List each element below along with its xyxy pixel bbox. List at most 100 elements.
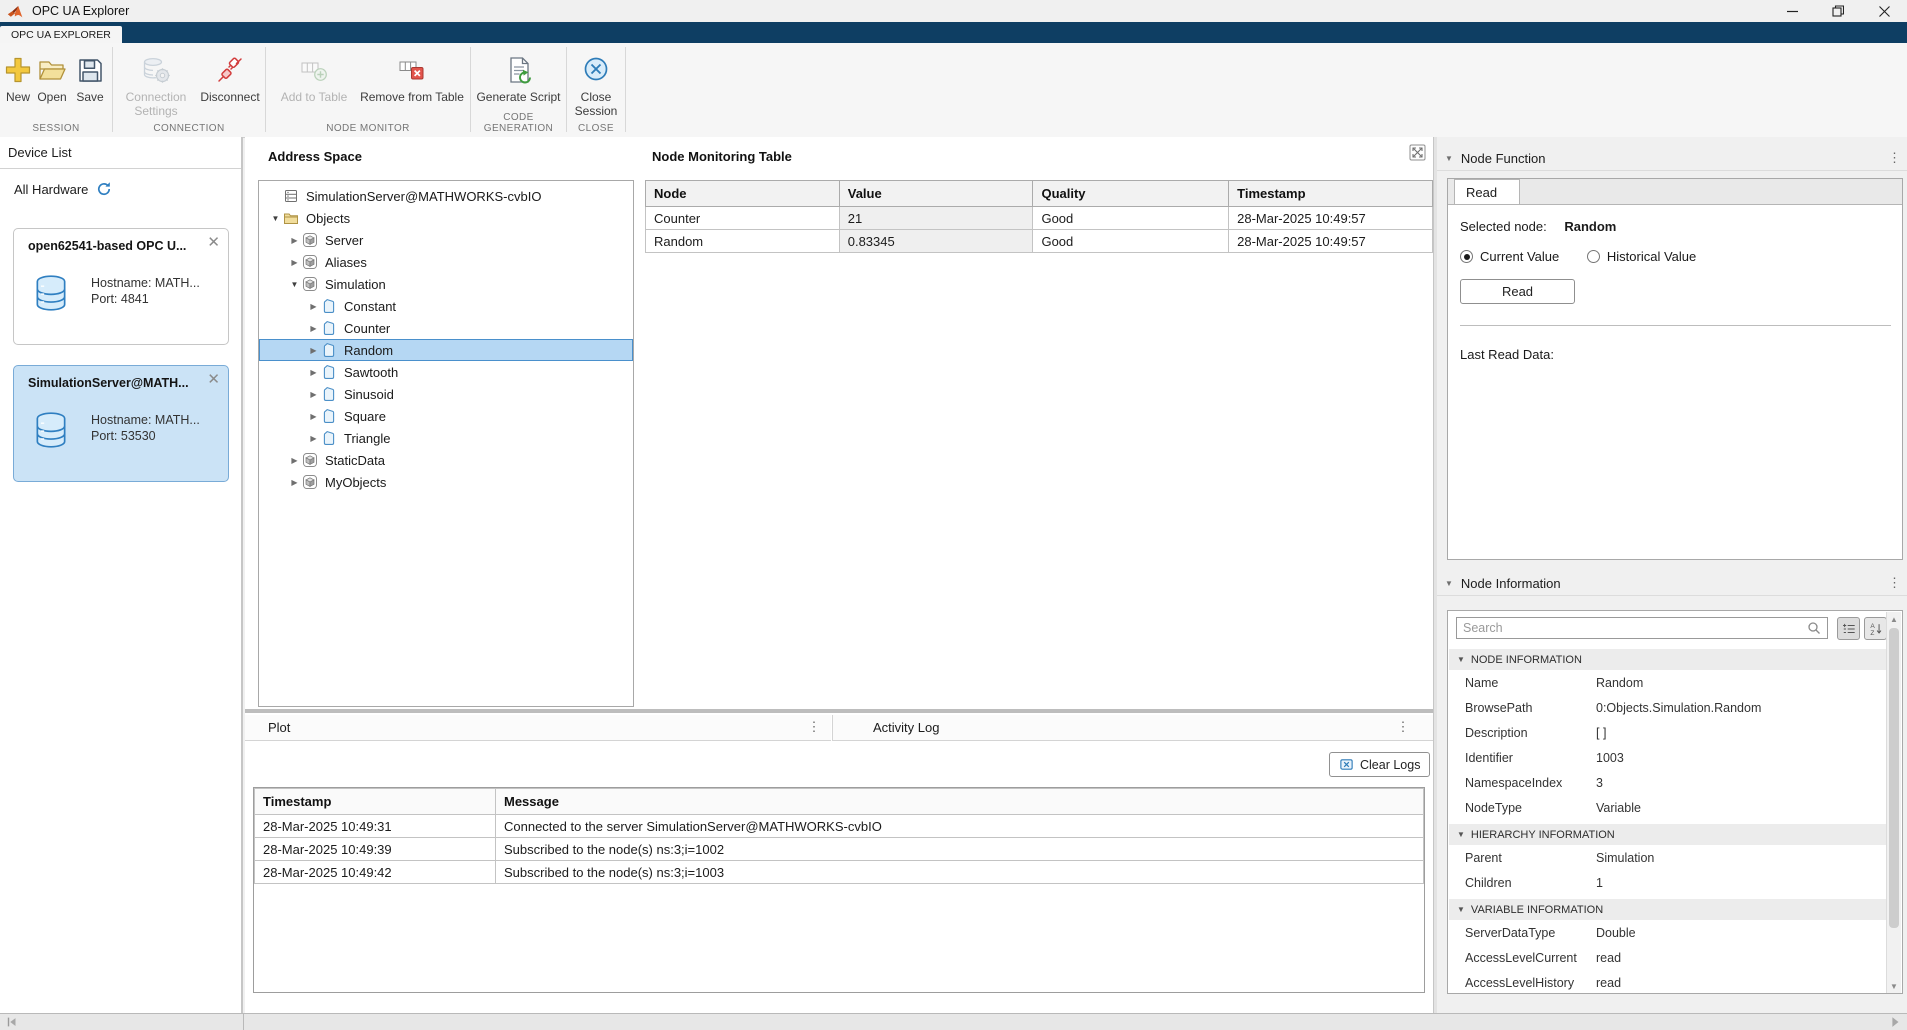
scroll-up-icon[interactable]: ▲ <box>1887 612 1901 626</box>
property-value: Double <box>1596 926 1636 940</box>
column-header-timestamp: Timestamp <box>255 789 496 815</box>
expander-icon[interactable]: ▶ <box>306 390 321 399</box>
generate-script-button[interactable]: Generate Script <box>476 48 561 104</box>
tree-node-random[interactable]: ▶Random <box>259 339 633 361</box>
close-session-button[interactable]: Close Session <box>571 48 621 119</box>
node-information-menu-icon[interactable]: ⋮ <box>1888 575 1901 591</box>
expander-icon[interactable]: ▼ <box>287 280 302 289</box>
tree-node-aliases[interactable]: ▶ Aliases <box>259 251 633 273</box>
expander-icon[interactable]: ▶ <box>306 434 321 443</box>
table-cell: Connected to the server SimulationServer… <box>496 815 1424 838</box>
table-row[interactable]: 28-Mar-2025 10:49:42Subscribed to the no… <box>255 861 1424 884</box>
tree-node-sinusoid[interactable]: ▶Sinusoid <box>259 383 633 405</box>
expander-icon[interactable]: ▶ <box>306 412 321 421</box>
disconnect-button[interactable]: Disconnect <box>197 48 263 104</box>
table-row[interactable]: 28-Mar-2025 10:49:39Subscribed to the no… <box>255 838 1424 861</box>
horizontal-splitter[interactable] <box>245 709 1433 713</box>
expand-right-icon[interactable] <box>1888 1015 1902 1029</box>
property-row: NamespaceIndex3 <box>1449 770 1889 795</box>
minimize-button[interactable] <box>1769 0 1815 22</box>
device-port: Port: 53530 <box>91 429 156 443</box>
table-row[interactable]: Counter21Good28-Mar-2025 10:49:57 <box>646 207 1433 230</box>
activity-log-menu-icon[interactable]: ⋮ <box>1396 719 1410 735</box>
tree-node-label: Aliases <box>325 255 367 270</box>
search-input[interactable]: Search <box>1456 617 1828 639</box>
tree-node-label: StaticData <box>325 453 385 468</box>
property-name: Name <box>1449 676 1596 690</box>
property-section-header[interactable]: ▼NODE INFORMATION <box>1449 649 1889 670</box>
plot-menu-icon[interactable]: ⋮ <box>807 719 821 735</box>
property-section-header[interactable]: ▼HIERARCHY INFORMATION <box>1449 824 1889 845</box>
table-row[interactable]: Random0.83345Good28-Mar-2025 10:49:57 <box>646 230 1433 253</box>
property-row: AccessLevelHistoryread <box>1449 970 1889 994</box>
tree-node-simulation[interactable]: ▼Simulation <box>259 273 633 295</box>
clear-logs-button[interactable]: Clear Logs <box>1329 752 1430 777</box>
plot-panel-header: Plot ⋮ <box>245 715 831 741</box>
tree-node-server[interactable]: ▶Server <box>259 229 633 251</box>
property-section-header[interactable]: ▼VARIABLE INFORMATION <box>1449 899 1889 920</box>
scroll-thumb[interactable] <box>1889 628 1899 928</box>
close-window-button[interactable] <box>1861 0 1907 22</box>
close-device-icon[interactable]: ✕ <box>207 372 220 387</box>
svg-text:Z: Z <box>1870 630 1874 636</box>
generate-script-label: Generate Script <box>476 90 560 104</box>
collapse-triangle-icon[interactable]: ▼ <box>1445 579 1453 588</box>
variable-icon <box>321 320 338 336</box>
tree-node-label: Triangle <box>344 431 390 446</box>
expander-icon[interactable]: ▼ <box>268 214 283 223</box>
expander-icon[interactable]: ▶ <box>306 302 321 311</box>
tree-node-staticdata[interactable]: ▶ StaticData <box>259 449 633 471</box>
sort-alphabetical-button[interactable]: A Z <box>1864 617 1887 640</box>
tree-node-constant[interactable]: ▶Constant <box>259 295 633 317</box>
save-button[interactable]: Save <box>74 48 106 104</box>
expander-icon[interactable]: ▶ <box>287 236 302 245</box>
tree-node-simulationserver-mathworks-cvbio[interactable]: SimulationServer@MATHWORKS-cvbIO <box>259 185 633 207</box>
expander-icon[interactable]: ▶ <box>306 346 321 355</box>
expand-panel-icon[interactable] <box>1409 144 1426 161</box>
property-value: [ ] <box>1596 726 1606 740</box>
historical-value-radio[interactable]: Historical Value <box>1587 249 1696 264</box>
tree-node-counter[interactable]: ▶ Counter <box>259 317 633 339</box>
opc-ua-explorer-window: OPC UA Explorer OPC UA EXPLORER New <box>0 0 1907 1030</box>
expander-icon[interactable]: ▶ <box>287 456 302 465</box>
restore-button[interactable] <box>1815 0 1861 22</box>
refresh-icon[interactable] <box>96 181 112 197</box>
new-button[interactable]: New <box>2 48 34 104</box>
expander-icon[interactable]: ▶ <box>287 258 302 267</box>
variable-icon <box>321 298 338 314</box>
tree-node-myobjects[interactable]: ▶MyObjects <box>259 471 633 493</box>
tree-node-sawtooth[interactable]: ▶ Sawtooth <box>259 361 633 383</box>
tree-node-objects[interactable]: ▼ Objects <box>259 207 633 229</box>
device-card-open62541[interactable]: open62541-based OPC U... ✕ Hostname: MAT… <box>13 228 229 345</box>
remove-from-table-button[interactable]: Remove from Table <box>358 48 466 104</box>
open-button[interactable]: Open <box>36 48 68 104</box>
expander-icon[interactable]: ▶ <box>306 368 321 377</box>
tree-node-label: Sawtooth <box>344 365 398 380</box>
tab-read[interactable]: Read <box>1454 179 1520 204</box>
group-properties-button[interactable] <box>1837 617 1860 640</box>
node-information-header: ▼ Node Information ⋮ <box>1437 571 1907 596</box>
read-button[interactable]: Read <box>1460 279 1575 304</box>
property-row: Children1 <box>1449 870 1889 895</box>
expander-icon[interactable]: ▶ <box>306 324 321 333</box>
collapse-triangle-icon[interactable]: ▼ <box>1445 154 1453 163</box>
node-function-menu-icon[interactable]: ⋮ <box>1888 150 1901 166</box>
table-row[interactable]: 28-Mar-2025 10:49:31Connected to the ser… <box>255 815 1424 838</box>
scrollbar[interactable]: ▲ ▼ <box>1886 612 1901 993</box>
property-name: NodeType <box>1449 801 1596 815</box>
current-value-radio[interactable]: Current Value <box>1460 249 1559 264</box>
expander-icon[interactable]: ▶ <box>287 478 302 487</box>
tree-node-triangle[interactable]: ▶ Triangle <box>259 427 633 449</box>
tab-opc-ua-explorer[interactable]: OPC UA EXPLORER <box>0 26 122 43</box>
close-device-icon[interactable]: ✕ <box>207 235 220 250</box>
tree-node-square[interactable]: ▶Square <box>259 405 633 427</box>
tree-node-label: Objects <box>306 211 350 226</box>
tree-node-label: Counter <box>344 321 390 336</box>
disconnect-label: Disconnect <box>200 90 259 104</box>
table-cell: Subscribed to the node(s) ns:3;i=1002 <box>496 838 1424 861</box>
column-header-node: Node <box>646 181 840 207</box>
collapse-left-icon[interactable] <box>5 1015 19 1029</box>
device-card-simulationserver[interactable]: SimulationServer@MATH... ✕ Hostname: MAT… <box>13 365 229 482</box>
scroll-down-icon[interactable]: ▼ <box>1887 979 1901 993</box>
remove-from-table-label: Remove from Table <box>360 90 464 104</box>
